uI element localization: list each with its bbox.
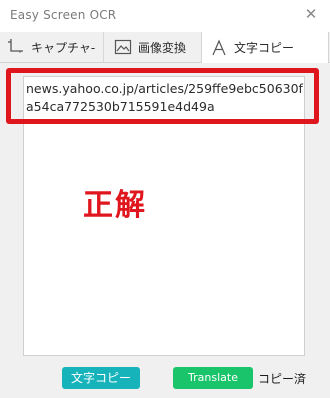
translate-button[interactable]: Translate xyxy=(173,367,253,389)
tab-capture-label: キャプチャ- xyxy=(31,40,96,55)
text-a-icon xyxy=(212,38,226,55)
window-title: Easy Screen OCR xyxy=(10,8,117,22)
copy-status: コピー済 xyxy=(258,372,307,386)
copy-text-button[interactable]: 文字コピー xyxy=(62,367,140,389)
highlight-box xyxy=(6,68,319,124)
tab-image[interactable]: 画像変換 xyxy=(104,32,201,62)
title-bar: Easy Screen OCR ✕ xyxy=(0,0,330,32)
annotation-label: 正解 xyxy=(83,188,147,223)
image-icon xyxy=(114,39,132,55)
crop-icon xyxy=(8,39,23,54)
tab-image-label: 画像変換 xyxy=(138,40,187,55)
tab-bar: キャプチャ- 画像変換 文字コピー xyxy=(0,32,330,63)
tab-text-copy[interactable]: 文字コピー xyxy=(201,32,329,63)
close-icon[interactable]: ✕ xyxy=(304,7,318,22)
tab-text-copy-label: 文字コピー xyxy=(234,41,295,55)
tab-capture[interactable]: キャプチャ- xyxy=(0,32,104,62)
